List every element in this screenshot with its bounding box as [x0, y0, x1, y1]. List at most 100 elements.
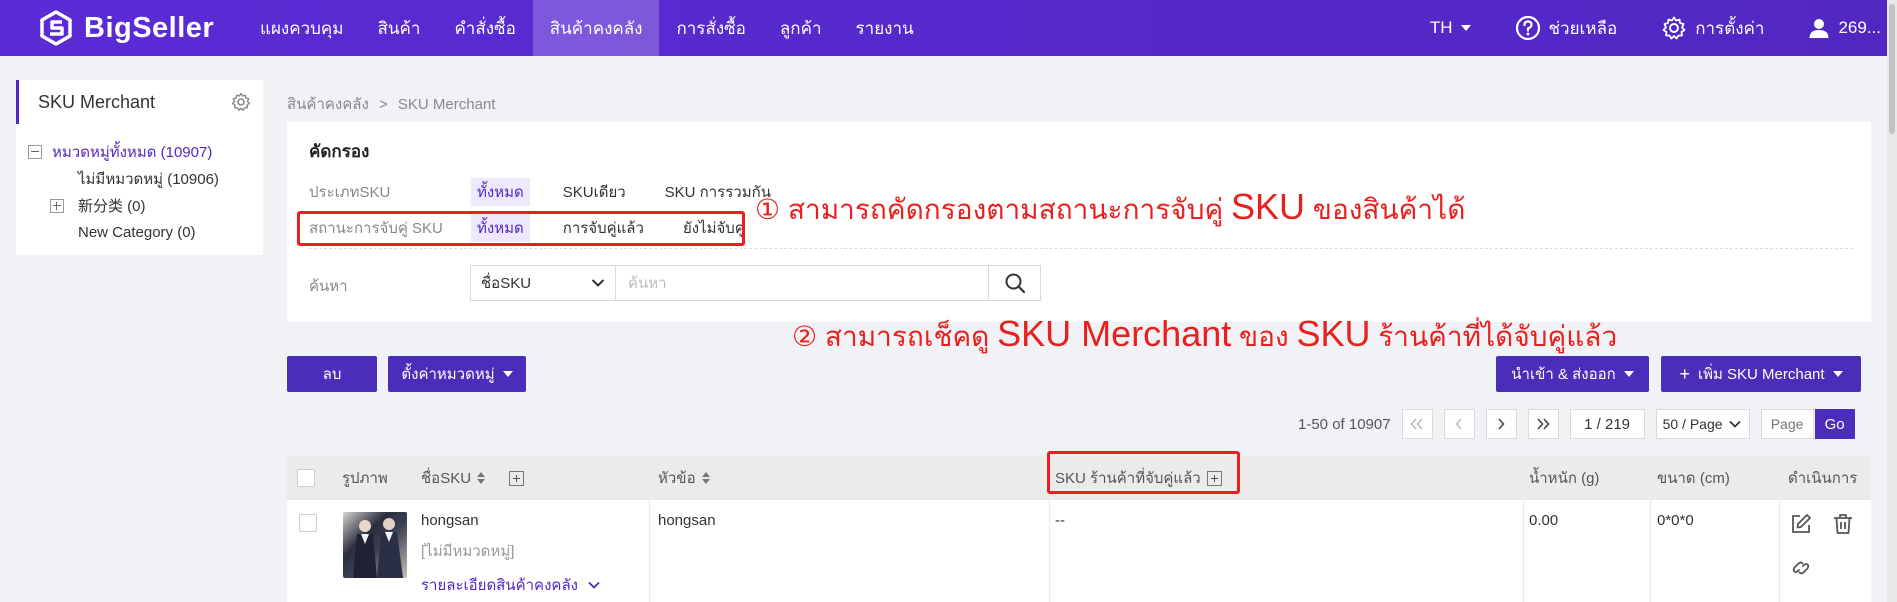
column-divider — [1523, 500, 1524, 602]
first-page-button[interactable] — [1401, 409, 1433, 439]
import-export-label: นำเข้า & ส่งออก — [1511, 366, 1616, 383]
annotation-text: ของ — [1239, 321, 1289, 352]
select-all-checkbox[interactable] — [297, 469, 315, 487]
row-checkbox[interactable] — [299, 514, 317, 532]
filter-title: คัดกรอง — [309, 142, 370, 161]
double-chevron-left-icon — [1410, 418, 1423, 430]
sidebar: SKU Merchant หมวดหมู่ทั้งหมด (10907) ไม่… — [16, 80, 263, 255]
tree-item-label: 新分类 (0) — [78, 198, 146, 215]
annotation-text: ของสินค้าได้ — [1312, 194, 1466, 225]
search-button[interactable] — [988, 266, 1040, 300]
sku-cell: hongsan [ไม่มีหมวดหมู่] รายละเอียดสินค้า… — [421, 512, 600, 597]
per-page-select[interactable]: 50 / Page — [1655, 409, 1750, 439]
header-weight: น้ำหนัก (g) — [1529, 456, 1599, 500]
sku-name: hongsan — [421, 512, 479, 529]
double-chevron-right-icon — [1537, 418, 1550, 430]
tree-item-all[interactable]: หมวดหมู่ทั้งหมด (10907) — [16, 138, 263, 165]
sidebar-header: SKU Merchant — [16, 80, 263, 124]
expand-icon[interactable] — [50, 198, 64, 213]
weight-cell: 0.00 — [1529, 512, 1559, 529]
annotation-number: ② — [792, 321, 818, 352]
expand-column-icon[interactable] — [509, 470, 525, 486]
nav-inventory[interactable]: สินค้าคงคลัง — [532, 0, 660, 56]
column-divider — [1049, 500, 1050, 602]
edit-icon[interactable] — [1789, 512, 1813, 536]
help-label: ช่วยเหลือ — [1548, 18, 1618, 38]
bigseller-logo-icon — [40, 10, 72, 46]
tree-item-new-category[interactable]: New Category (0) — [16, 219, 263, 246]
title-cell: hongsan — [658, 512, 716, 529]
annotation-text: สามารถคัดกรองตามสถานะการจับคู่ — [787, 194, 1224, 225]
annotation-text: ร้านค้าที่ได้จับคู่แล้ว — [1378, 321, 1618, 352]
nav-dashboard[interactable]: แผงควบคุม — [243, 0, 361, 56]
highlight-store-sku-column — [1047, 451, 1240, 494]
pagination: 1-50 of 10907 1 / 219 50 / Page Go — [1298, 409, 1855, 439]
per-page-value: 50 / Page — [1662, 416, 1723, 432]
search-icon — [1005, 273, 1025, 294]
delete-button-label: ลบ — [322, 366, 342, 383]
tree-item-new-category-cn[interactable]: 新分类 (0) — [16, 192, 263, 219]
inventory-detail-link[interactable]: รายละเอียดสินค้าคงคลัง — [421, 573, 600, 597]
prev-page-button[interactable] — [1443, 409, 1475, 439]
size-cell: 0*0*0 — [1657, 512, 1694, 529]
tree-item-label: หมวดหมู่ทั้งหมด (10907) — [52, 143, 213, 161]
sort-icon[interactable] — [477, 472, 486, 484]
search-field-value: ชื่อSKU — [481, 275, 532, 292]
annotation-sku: SKU — [1230, 186, 1306, 227]
set-category-button[interactable]: ตั้งค่าหมวดหมู่ — [388, 356, 526, 392]
annotation-sku-merchant: SKU Merchant — [997, 313, 1232, 354]
add-sku-merchant-button[interactable]: + เพิ่ม SKU Merchant — [1661, 356, 1861, 392]
header-label: น้ำหนัก (g) — [1529, 470, 1600, 487]
nav-purchase[interactable]: การสั่งซื้อ — [659, 0, 762, 56]
collapse-icon[interactable] — [28, 144, 42, 159]
column-divider — [1650, 500, 1651, 602]
go-button[interactable]: Go — [1814, 409, 1855, 439]
settings-link[interactable]: การตั้งค่า — [1661, 15, 1764, 42]
breadcrumb-parent[interactable]: สินค้าคงคลัง — [287, 96, 369, 113]
header-label: ชื่อSKU — [421, 470, 472, 487]
user-menu[interactable]: 269... — [1808, 17, 1881, 39]
header-title[interactable]: หัวข้อ — [658, 456, 710, 500]
pagination-summary: 1-50 of 10907 — [1298, 415, 1391, 433]
scrollbar-thumb[interactable] — [1889, 4, 1895, 134]
bigseller-logo[interactable]: BigSeller — [38, 10, 214, 46]
delete-button[interactable]: ลบ — [287, 356, 377, 392]
gear-icon[interactable] — [231, 92, 251, 112]
header-label: หัวข้อ — [658, 470, 696, 487]
header-label: ดำเนินการ — [1788, 470, 1858, 487]
filter-sku-type: ประเภทSKU ทั้งหมด SKUเดียว SKU การรวมกัน — [309, 178, 804, 206]
sort-icon[interactable] — [701, 472, 710, 484]
search-field-select[interactable]: ชื่อSKU — [471, 266, 616, 300]
tree-item-uncategorized[interactable]: ไม่มีหมวดหมู่ (10906) — [16, 165, 263, 192]
import-export-button[interactable]: นำเข้า & ส่งออก — [1496, 356, 1649, 392]
link-icon[interactable] — [1789, 556, 1813, 580]
header-sku-name[interactable]: ชื่อSKU — [421, 456, 525, 500]
language-selector[interactable]: TH — [1430, 18, 1471, 38]
page-scrollbar[interactable] — [1887, 0, 1897, 602]
search-input[interactable] — [616, 266, 988, 300]
trash-icon[interactable] — [1831, 512, 1855, 536]
product-image[interactable] — [343, 512, 407, 578]
caret-down-icon — [1832, 371, 1843, 377]
language-label: TH — [1429, 18, 1453, 37]
header-image: รูปภาพ — [342, 456, 388, 500]
nav-reports[interactable]: รายงาน — [839, 0, 931, 56]
nav-products[interactable]: สินค้า — [361, 0, 438, 56]
chevron-left-icon — [1455, 418, 1462, 430]
page-jump-input[interactable] — [1760, 409, 1814, 439]
filter-label: ค้นหา — [309, 278, 348, 295]
plus-icon: + — [1679, 363, 1690, 384]
caret-down-icon — [1623, 371, 1634, 377]
help-link[interactable]: ช่วยเหลือ — [1515, 15, 1618, 42]
last-page-button[interactable] — [1527, 409, 1559, 439]
settings-label: การตั้งค่า — [1695, 18, 1765, 38]
chevron-down-icon — [588, 581, 600, 589]
header-label: รูปภาพ — [342, 470, 388, 487]
sku-type-all[interactable]: ทั้งหมด — [471, 178, 530, 206]
annotation-1: ① สามารถคัดกรองตามสถานะการจับคู่ SKU ของ… — [755, 186, 1465, 232]
nav-customers[interactable]: ลูกค้า — [763, 0, 839, 56]
product-photo — [353, 518, 403, 578]
next-page-button[interactable] — [1485, 409, 1517, 439]
sku-type-single[interactable]: SKUเดียว — [557, 178, 632, 206]
nav-orders[interactable]: คำสั่งซื้อ — [437, 0, 532, 56]
